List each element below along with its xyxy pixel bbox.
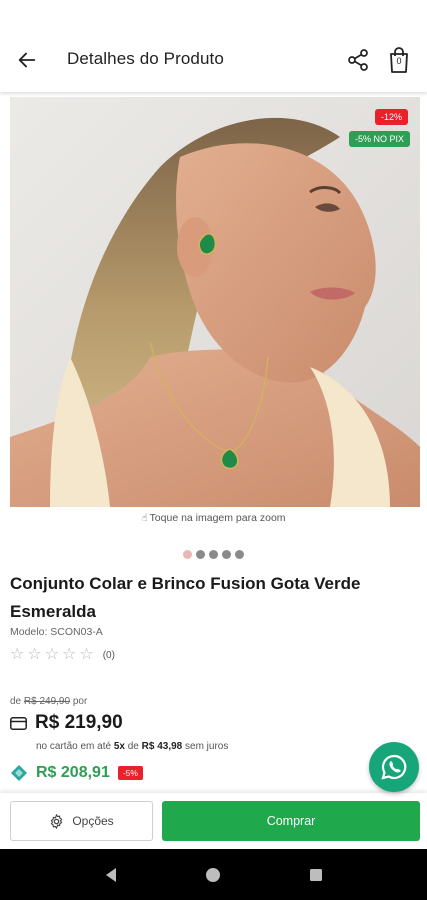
whatsapp-icon — [381, 754, 407, 780]
star-icon: ☆ — [79, 646, 94, 663]
zoom-hint: ☝ Toque na imagem para zoom — [0, 512, 427, 524]
star-icon: ☆ — [44, 646, 60, 663]
product-image[interactable]: -12% -5% NO PIX — [10, 97, 420, 507]
product-title: Conjunto Colar e Brinco Fusion Gota Verd… — [10, 574, 361, 621]
carousel-dot[interactable] — [209, 550, 218, 559]
carousel-dot[interactable] — [183, 550, 192, 559]
installments-count: 5x — [113, 741, 125, 752]
nav-home-button[interactable] — [203, 865, 223, 885]
installments-suffix: sem juros — [185, 741, 229, 752]
installments-info: no cartão em até 5x de R$ 43,98 sem juro… — [36, 741, 228, 752]
image-carousel-dots[interactable] — [0, 550, 427, 559]
product-photo — [10, 97, 420, 507]
old-price-prefix: de — [10, 696, 22, 707]
old-price: de R$ 249,90 por — [10, 696, 87, 707]
carousel-dot[interactable] — [222, 550, 231, 559]
star-icon: ☆ — [62, 646, 77, 663]
card-price: R$ 219,90 — [35, 712, 123, 733]
circle-home-icon — [206, 867, 221, 882]
pix-icon — [11, 765, 27, 781]
old-price-suffix: por — [72, 696, 88, 707]
triangle-back-icon — [106, 867, 117, 882]
pix-price-row: R$ 208,91 -5% — [10, 764, 143, 782]
buy-button[interactable]: Comprar — [162, 801, 420, 841]
bottom-action-bar: Opções Comprar — [0, 793, 427, 849]
card-price-row: R$ 219,90 — [10, 712, 123, 734]
zoom-hint-text: Toque na imagem para zoom — [149, 512, 286, 524]
rating[interactable]: ☆ ☆ ☆ ☆ ☆ (0) — [10, 647, 115, 663]
rating-count: (0) — [102, 649, 115, 661]
hand-pointer-icon: ☝ — [141, 513, 148, 524]
options-button[interactable]: Opções — [10, 801, 153, 841]
carousel-dot[interactable] — [196, 550, 205, 559]
credit-card-icon — [10, 716, 27, 730]
pix-discount-tag: -5% — [117, 766, 143, 780]
nav-back-button[interactable] — [101, 865, 121, 885]
cart-count: 0 — [396, 56, 402, 66]
installments-mid: de — [127, 741, 139, 752]
gear-icon — [50, 813, 63, 829]
app-header: Detalhes do Produto 0 — [0, 0, 427, 92]
back-button[interactable] — [12, 45, 42, 75]
pix-discount-badge: -5% NO PIX — [348, 131, 410, 147]
page-title: Detalhes do Produto — [67, 49, 224, 68]
installments-prefix: no cartão em até — [36, 741, 112, 752]
installment-value: R$ 43,98 — [141, 741, 183, 752]
carousel-dot[interactable] — [235, 550, 244, 559]
system-navigation-bar — [0, 849, 427, 900]
whatsapp-button[interactable] — [369, 742, 419, 792]
arrow-left-icon — [18, 52, 36, 68]
star-icon: ☆ — [27, 646, 42, 663]
product-details-screen: Detalhes do Produto 0 -12% -5% NO PIX ☝ … — [0, 0, 427, 900]
nav-recents-button[interactable] — [306, 865, 326, 885]
shopping-bag-button[interactable]: 0 — [385, 44, 413, 76]
product-model: Modelo: SCON03-A — [10, 626, 103, 638]
pix-price: R$ 208,91 — [36, 764, 110, 781]
share-icon — [348, 49, 368, 71]
share-button[interactable] — [344, 45, 372, 75]
old-price-value: R$ 249,90 — [23, 696, 71, 707]
star-icon: ☆ — [10, 646, 25, 663]
options-label: Opções — [72, 814, 114, 828]
square-recents-icon — [309, 868, 322, 881]
discount-badge: -12% — [374, 109, 408, 125]
